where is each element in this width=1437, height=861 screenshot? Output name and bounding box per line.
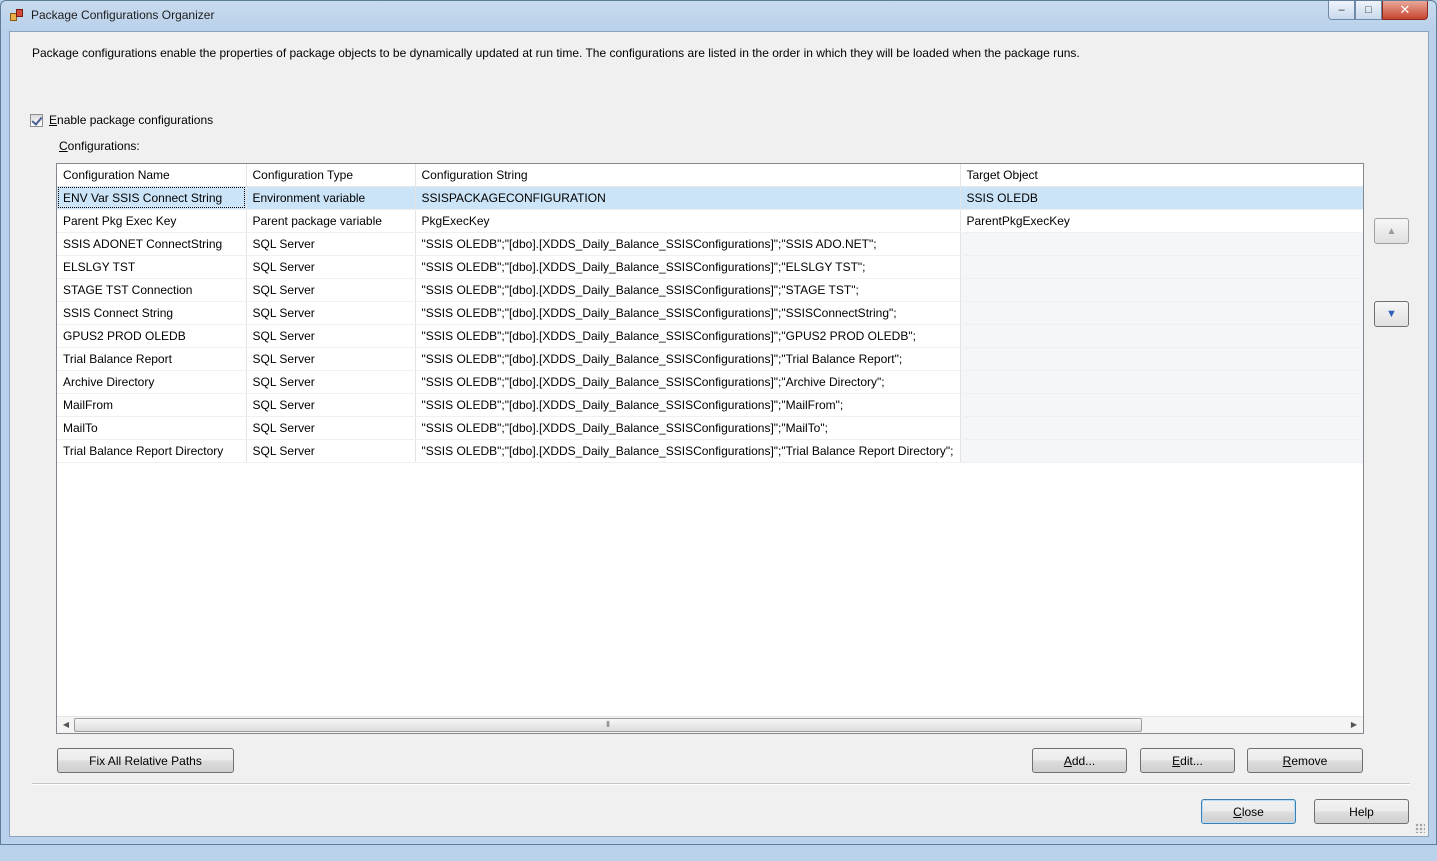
table-row[interactable]: SSIS ADONET ConnectString SQL Server "SSIS… [57,232,1363,256]
column-header-target[interactable]: Target Object [960,164,1363,187]
cell-configuration-string[interactable]: "SSIS OLEDB";"[dbo].[XDDS_Daily_Balance_… [415,416,961,440]
cell-target-object[interactable] [960,232,1363,256]
cell-configuration-string[interactable]: "SSIS OLEDB";"[dbo].[XDDS_Daily_Balance_… [415,347,961,371]
cell-configuration-string[interactable]: "SSIS OLEDB";"[dbo].[XDDS_Daily_Balance_… [415,232,961,256]
cell-configuration-type[interactable]: SQL Server [246,278,416,302]
cell-target-object[interactable]: ParentPkgExecKey [960,209,1363,233]
move-down-button[interactable]: ▼ [1374,301,1409,327]
cell-configuration-name[interactable]: MailFrom [57,393,247,417]
cell-configuration-type[interactable]: SQL Server [246,255,416,279]
table-row[interactable]: MailFrom SQL Server "SSIS OLEDB";"[dbo].[X… [57,393,1363,417]
cell-configuration-string[interactable]: SSISPACKAGECONFIGURATION [415,186,961,210]
enable-configurations-option[interactable]: Enable package configurations [30,113,213,127]
title-bar[interactable]: Package Configurations Organizer – □ ✕ [1,1,1436,30]
cell-configuration-name[interactable]: SSIS ADONET ConnectString [57,232,247,256]
enable-configurations-label[interactable]: Enable package configurations [49,113,213,127]
app-icon [10,9,24,22]
grid-header-row: Configuration Name Configuration Type Co… [57,164,1363,187]
cell-configuration-string[interactable]: PkgExecKey [415,209,961,233]
cell-configuration-name[interactable]: Trial Balance Report Directory [57,439,247,463]
table-row[interactable]: Trial Balance Report Directory SQL Server… [57,439,1363,463]
cell-target-object[interactable] [960,370,1363,394]
cell-configuration-type[interactable]: SQL Server [246,416,416,440]
cell-configuration-name[interactable]: SSIS Connect String [57,301,247,325]
arrow-up-icon: ▲ [1386,225,1397,237]
table-row[interactable]: Parent Pkg Exec Key Parent package variab… [57,209,1363,233]
table-row[interactable]: GPUS2 PROD OLEDB SQL Server "SSIS OLEDB";"… [57,324,1363,348]
cell-configuration-type[interactable]: SQL Server [246,370,416,394]
arrow-down-icon: ▼ [1386,308,1397,320]
cell-target-object[interactable] [960,255,1363,279]
resize-grip[interactable] [1415,823,1425,833]
cell-configuration-type[interactable]: Parent package variable [246,209,416,233]
cell-configuration-type[interactable]: SQL Server [246,232,416,256]
fix-relative-paths-button[interactable]: Fix All Relative Paths [57,748,234,773]
cell-configuration-type[interactable]: SQL Server [246,301,416,325]
cell-configuration-name[interactable]: Trial Balance Report [57,347,247,371]
cell-configuration-string[interactable]: "SSIS OLEDB";"[dbo].[XDDS_Daily_Balance_… [415,301,961,325]
horizontal-scrollbar[interactable]: ◀ ⦀ ▶ [57,716,1363,733]
cell-target-object[interactable]: SSIS OLEDB [960,186,1363,210]
close-button[interactable]: Close [1201,799,1296,824]
maximize-button[interactable]: □ [1355,1,1382,20]
scroll-left-icon[interactable]: ◀ [59,719,73,731]
cell-configuration-string[interactable]: "SSIS OLEDB";"[dbo].[XDDS_Daily_Balance_… [415,324,961,348]
cell-target-object[interactable] [960,416,1363,440]
cell-target-object[interactable] [960,347,1363,371]
cell-configuration-type[interactable]: SQL Server [246,393,416,417]
configurations-grid[interactable]: Configuration Name Configuration Type Co… [56,163,1364,734]
dialog-window: Package Configurations Organizer – □ ✕ P… [0,0,1437,845]
cell-configuration-string[interactable]: "SSIS OLEDB";"[dbo].[XDDS_Daily_Balance_… [415,278,961,302]
separator [32,783,1410,785]
scroll-right-icon[interactable]: ▶ [1347,719,1361,731]
enable-configurations-checkbox[interactable] [30,113,43,127]
cell-configuration-name[interactable]: ELSLGY TST [57,255,247,279]
column-header-string[interactable]: Configuration String [415,164,961,187]
edit-button[interactable]: Edit... [1140,748,1235,773]
cell-configuration-string[interactable]: "SSIS OLEDB";"[dbo].[XDDS_Daily_Balance_… [415,393,961,417]
table-row[interactable]: STAGE TST Connection SQL Server "SSIS OLED… [57,278,1363,302]
help-button[interactable]: Help [1314,799,1409,824]
table-row[interactable]: ENV Var SSIS Connect String Environment v… [57,186,1363,210]
cell-configuration-name[interactable]: MailTo [57,416,247,440]
dialog-client-area: Package configurations enable the proper… [9,31,1429,837]
cell-configuration-type[interactable]: SQL Server [246,324,416,348]
table-row[interactable]: Archive Directory SQL Server "SSIS OLEDB";… [57,370,1363,394]
cell-target-object[interactable] [960,393,1363,417]
table-row[interactable]: MailTo SQL Server "SSIS OLEDB";"[dbo].[XDD… [57,416,1363,440]
column-header-type[interactable]: Configuration Type [246,164,416,187]
cell-configuration-name[interactable]: STAGE TST Connection [57,278,247,302]
column-header-name[interactable]: Configuration Name [57,164,247,187]
remove-button[interactable]: Remove [1247,748,1363,773]
cell-target-object[interactable] [960,301,1363,325]
cell-configuration-type[interactable]: Environment variable [246,186,416,210]
configurations-label: Configurations: [59,139,140,153]
close-window-button[interactable]: ✕ [1382,1,1428,20]
cell-configuration-string[interactable]: "SSIS OLEDB";"[dbo].[XDDS_Daily_Balance_… [415,255,961,279]
cell-configuration-type[interactable]: SQL Server [246,347,416,371]
table-row[interactable]: SSIS Connect String SQL Server "SSIS OLEDB… [57,301,1363,325]
cell-target-object[interactable] [960,278,1363,302]
table-row[interactable]: ELSLGY TST SQL Server "SSIS OLEDB";"[dbo].… [57,255,1363,279]
cell-configuration-name[interactable]: ENV Var SSIS Connect String [57,186,247,210]
minimize-button[interactable]: – [1328,1,1355,20]
cell-configuration-string[interactable]: "SSIS OLEDB";"[dbo].[XDDS_Daily_Balance_… [415,439,961,463]
cell-configuration-string[interactable]: "SSIS OLEDB";"[dbo].[XDDS_Daily_Balance_… [415,370,961,394]
cell-target-object[interactable] [960,439,1363,463]
cell-configuration-type[interactable]: SQL Server [246,439,416,463]
add-button[interactable]: Add... [1032,748,1127,773]
window-title: Package Configurations Organizer [31,8,215,22]
cell-target-object[interactable] [960,324,1363,348]
description-text: Package configurations enable the proper… [32,46,1080,60]
cell-configuration-name[interactable]: Archive Directory [57,370,247,394]
scrollbar-thumb[interactable]: ⦀ [74,718,1142,732]
move-up-button[interactable]: ▲ [1374,218,1409,244]
table-row[interactable]: Trial Balance Report SQL Server "SSIS OLED… [57,347,1363,371]
cell-configuration-name[interactable]: GPUS2 PROD OLEDB [57,324,247,348]
cell-configuration-name[interactable]: Parent Pkg Exec Key [57,209,247,233]
